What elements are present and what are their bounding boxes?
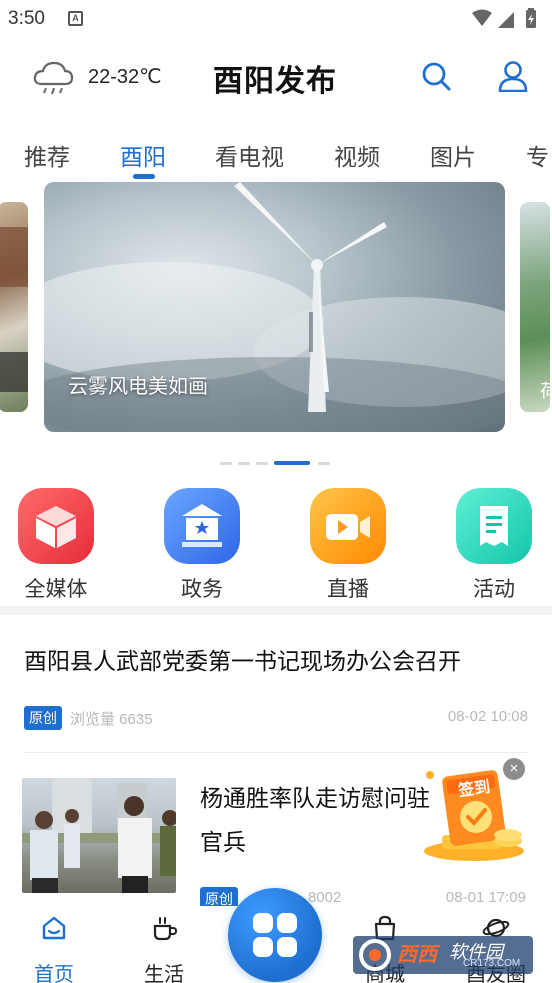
tab-tv[interactable]: 看电视 [215,138,284,172]
status-bar: 3:50 A [0,0,552,38]
system-status-icons [472,8,536,28]
category-tabs: 推荐 酉阳 看电视 视频 图片 专 [0,130,552,182]
watermark-logo-icon [359,939,391,971]
watermark-overlay: 西西 软件园 CR173.COM [353,936,533,974]
status-time: 3:50 [8,8,45,29]
page-title: 酉阳发布 [213,64,337,99]
document-icon [456,488,532,564]
tab-recommend[interactable]: 推荐 [24,138,70,172]
quick-link-live[interactable]: 直播 [298,485,398,603]
slide-caption: 云雾风电美如画 [68,376,208,398]
view-count: 浏览量 6635 [70,711,153,728]
carousel-main-slide[interactable]: 云雾风电美如画 [44,182,505,432]
quick-link-label: 直播 [327,578,369,601]
carousel-dot[interactable] [256,462,268,465]
tab-special[interactable]: 专 [526,138,549,172]
news-separator [24,752,528,753]
close-icon[interactable]: × [503,758,525,780]
quick-link-label: 活动 [473,578,515,601]
nav-label: 首页 [34,964,74,983]
news-thumbnail[interactable] [22,778,176,893]
quick-link-activity[interactable]: 活动 [444,485,544,603]
nav-item-home[interactable]: 首页 [14,906,94,983]
publish-date: 08-02 10:08 [447,708,528,725]
carousel-dot-active[interactable] [274,461,310,465]
nav-label: 生活 [144,964,184,983]
carousel-dot[interactable] [220,462,232,465]
quick-link-label: 全媒体 [24,578,88,601]
watermark-url: CR173.COM [463,958,521,969]
notification-icon: A [68,11,83,26]
next-slide-caption: 荷 [540,381,550,401]
temperature: 22-32℃ [88,66,162,88]
cloud-rain-icon[interactable] [32,58,74,96]
search-icon[interactable] [420,60,452,92]
home-icon [42,916,66,940]
quick-links: 全媒体 政务 直播 活动 [0,485,552,603]
tab-video[interactable]: 视频 [334,138,380,172]
coffee-cup-icon [153,917,178,941]
cube-icon [18,488,94,564]
active-tab-indicator [133,174,155,179]
grid-icon [253,913,297,957]
app-header: 22-32℃ 酉阳发布 [0,40,552,112]
original-badge: 原创 [24,706,62,730]
user-icon[interactable] [498,60,528,92]
publish-date: 08-01 17:09 [445,889,526,906]
watermark-brand: 西西 [397,944,437,966]
view-count: 8002 [308,889,342,906]
quick-link-all-media[interactable]: 全媒体 [6,485,106,603]
carousel-next-slide[interactable]: 荷 [520,202,550,412]
nav-item-life[interactable]: 生活 [124,906,204,983]
quick-link-government[interactable]: 政务 [152,485,252,603]
news-meta: 原创 浏览量 6635 08-02 10:08 [24,706,528,730]
government-building-icon [164,488,240,564]
carousel-dot[interactable] [238,462,250,465]
carousel-prev-slide[interactable] [0,202,28,412]
tab-pictures[interactable]: 图片 [430,138,476,172]
quick-link-label: 政务 [181,578,223,601]
section-divider [0,606,552,615]
video-camera-icon [310,488,386,564]
news-title[interactable]: 酉阳县人武部党委第一书记现场办公会召开 [24,642,534,676]
center-apps-button[interactable] [228,888,322,982]
banner-carousel[interactable]: 云雾风电美如画 荷 [0,180,552,475]
carousel-dot[interactable] [318,462,330,465]
carousel-indicator [220,461,332,467]
tab-youyang[interactable]: 酉阳 [120,138,166,172]
